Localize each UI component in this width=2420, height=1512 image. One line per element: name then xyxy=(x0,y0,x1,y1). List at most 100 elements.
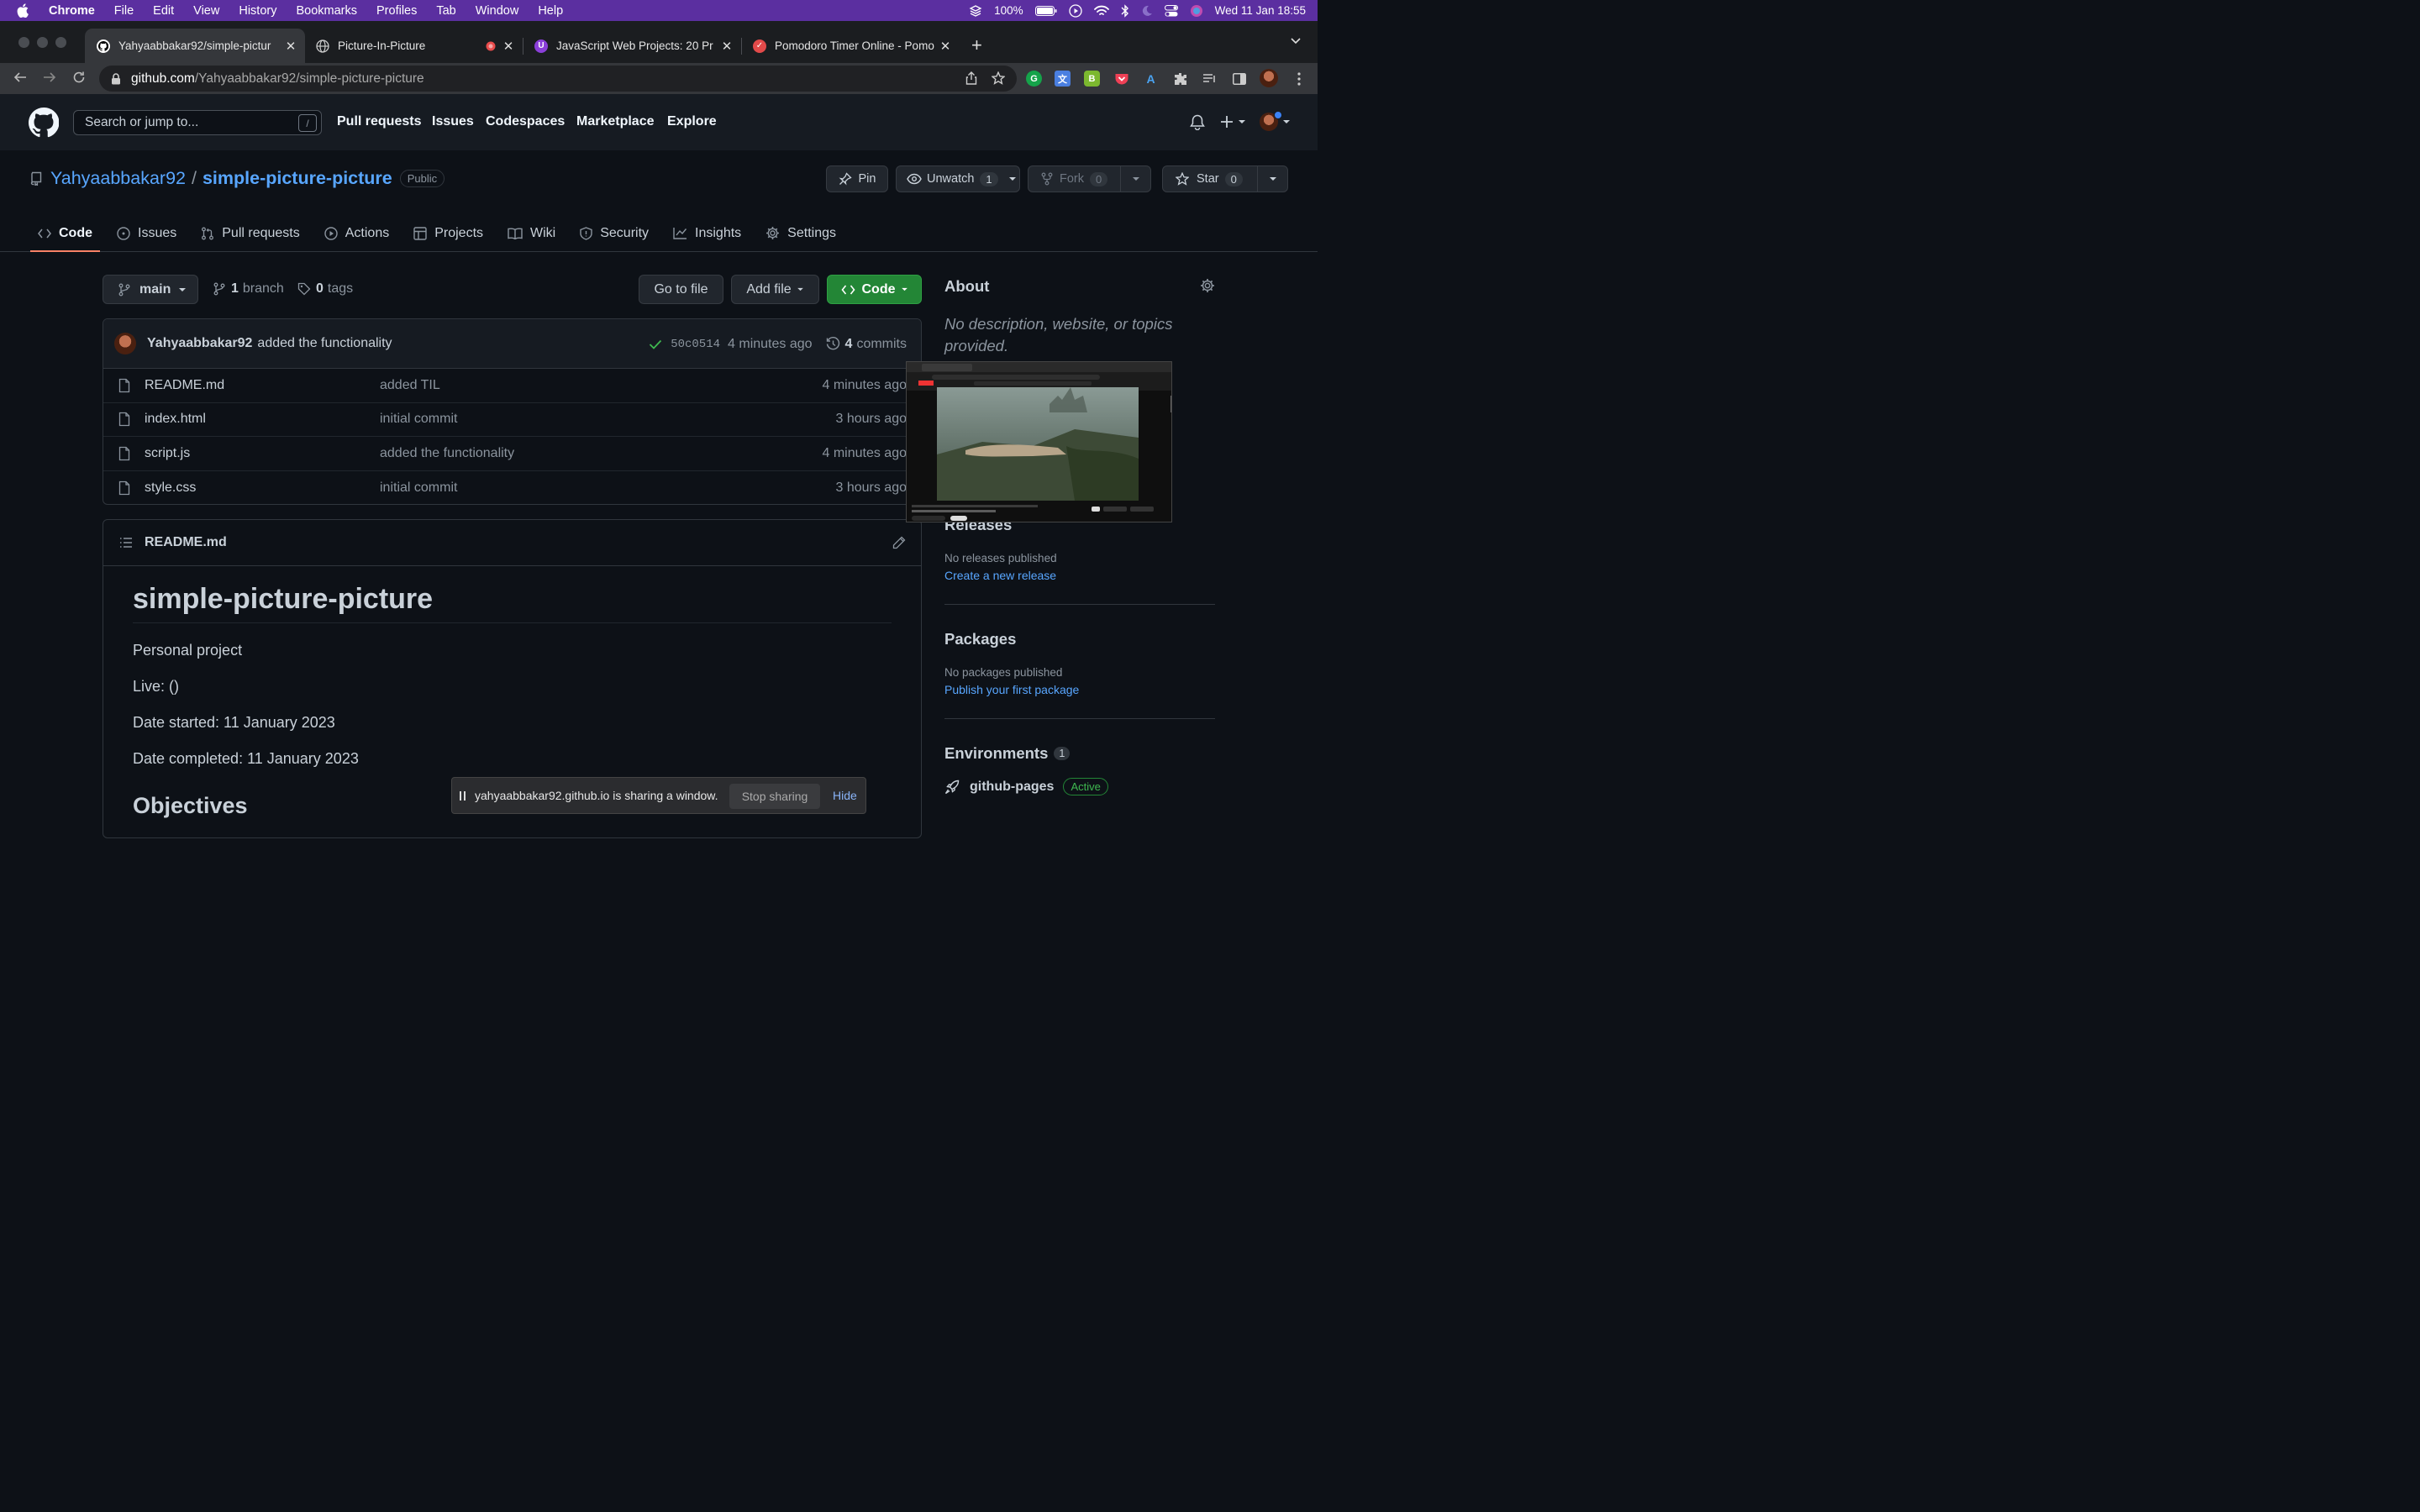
translate-extension-icon[interactable]: 文 xyxy=(1055,71,1071,87)
menu-app-name[interactable]: Chrome xyxy=(49,4,95,18)
nav-codespaces[interactable]: Codespaces xyxy=(486,114,565,129)
puzzle-extensions-icon[interactable] xyxy=(1172,71,1188,87)
profile-avatar[interactable] xyxy=(1260,69,1278,87)
bluetooth-icon[interactable] xyxy=(1121,3,1129,18)
edit-pencil-icon[interactable] xyxy=(892,536,906,549)
environments-title[interactable]: Environments xyxy=(944,744,1048,763)
file-commit-message[interactable]: added the functionality xyxy=(380,446,514,461)
branches-link[interactable]: 1 branch xyxy=(213,281,284,297)
address-bar[interactable]: github.com/Yahyaabbakar92/simple-picture… xyxy=(99,66,1017,92)
reload-icon[interactable] xyxy=(72,71,86,84)
file-name[interactable]: style.css xyxy=(145,480,380,496)
moon-icon[interactable] xyxy=(1141,5,1153,17)
search-input[interactable]: Search or jump to... / xyxy=(73,110,322,135)
file-row[interactable]: style.css initial commit 3 hours ago xyxy=(103,471,921,505)
menu-history[interactable]: History xyxy=(239,4,276,18)
publish-package-link[interactable]: Publish your first package xyxy=(944,683,1215,696)
bookmark-star-icon[interactable] xyxy=(992,71,1005,85)
new-tab-icon[interactable]: + xyxy=(971,34,982,56)
play-icon[interactable] xyxy=(1069,3,1082,18)
battery-icon[interactable] xyxy=(1034,5,1057,16)
side-panel-icon[interactable] xyxy=(1231,71,1247,87)
tab-actions[interactable]: Actions xyxy=(317,214,397,252)
back-arrow-icon[interactable] xyxy=(13,71,27,84)
menu-help[interactable]: Help xyxy=(538,4,563,18)
create-release-link[interactable]: Create a new release xyxy=(944,569,1215,582)
menu-edit[interactable]: Edit xyxy=(153,4,174,18)
media-control-icon[interactable] xyxy=(1202,71,1218,87)
tab-code[interactable]: Code xyxy=(30,214,100,252)
pin-button[interactable]: Pin xyxy=(826,165,888,192)
gear-icon[interactable] xyxy=(1200,278,1215,293)
watch-button[interactable]: Unwatch 1 xyxy=(896,165,1020,192)
fork-button[interactable]: Fork 0 xyxy=(1028,165,1151,192)
tab-insights[interactable]: Insights xyxy=(666,214,749,252)
user-menu-dropdown[interactable] xyxy=(1260,111,1291,131)
stop-sharing-button[interactable]: Stop sharing xyxy=(729,784,820,809)
commits-link[interactable]: 4 commits xyxy=(826,337,907,352)
apple-icon[interactable] xyxy=(17,3,34,18)
pocket-extension-icon[interactable] xyxy=(1113,71,1129,87)
file-row[interactable]: index.html initial commit 3 hours ago xyxy=(103,403,921,437)
hide-share-bar-button[interactable]: Hide xyxy=(833,789,857,802)
zoom-window-button[interactable] xyxy=(55,37,66,48)
browser-tab-pomodoro[interactable]: ✓ Pomodoro Timer Online - Pomo ✕ xyxy=(741,29,960,63)
menu-profiles[interactable]: Profiles xyxy=(376,4,417,18)
menu-tab[interactable]: Tab xyxy=(436,4,455,18)
commit-sha[interactable]: 50c0514 xyxy=(671,338,720,351)
commit-author[interactable]: Yahyaabbakar92 xyxy=(147,336,252,351)
tags-link[interactable]: 0 tags xyxy=(297,281,353,297)
browser-tab-js-projects[interactable]: U JavaScript Web Projects: 20 Pr ✕ xyxy=(523,29,741,63)
tab-issues[interactable]: Issues xyxy=(109,214,184,252)
file-row[interactable]: script.js added the functionality 4 minu… xyxy=(103,437,921,471)
a-extension-icon[interactable]: A xyxy=(1143,71,1159,87)
repo-owner-link[interactable]: Yahyaabbakar92 xyxy=(50,168,186,189)
add-file-button[interactable]: Add file xyxy=(731,275,819,304)
tab-search-chevron-icon[interactable] xyxy=(1291,38,1301,45)
siri-icon[interactable] xyxy=(1190,4,1203,18)
file-commit-message[interactable]: initial commit xyxy=(380,480,457,496)
packages-title[interactable]: Packages xyxy=(944,630,1215,648)
lock-icon[interactable] xyxy=(111,72,121,85)
file-name[interactable]: index.html xyxy=(145,412,380,427)
control-center-icon[interactable] xyxy=(1164,4,1178,17)
menu-window[interactable]: Window xyxy=(476,4,519,18)
create-new-dropdown[interactable] xyxy=(1220,115,1246,129)
close-tab-icon[interactable]: ✕ xyxy=(285,39,297,54)
avatar[interactable] xyxy=(114,333,136,354)
close-tab-icon[interactable]: ✕ xyxy=(721,39,733,54)
file-commit-message[interactable]: initial commit xyxy=(380,412,457,427)
nav-issues[interactable]: Issues xyxy=(432,114,474,129)
nav-marketplace[interactable]: Marketplace xyxy=(576,114,655,129)
clock-datetime[interactable]: Wed 11 Jan 18:55 xyxy=(1215,4,1306,17)
nav-explore[interactable]: Explore xyxy=(667,114,717,129)
kebab-menu-icon[interactable] xyxy=(1291,71,1307,87)
browser-tab-github[interactable]: Yahyaabbakar92/simple-pictur ✕ xyxy=(85,29,305,63)
wifi-icon[interactable] xyxy=(1093,5,1109,17)
tab-pull-requests[interactable]: Pull requests xyxy=(193,214,308,252)
minimize-window-button[interactable] xyxy=(37,37,48,48)
commit-message[interactable]: added the functionality xyxy=(257,336,392,351)
tab-wiki[interactable]: Wiki xyxy=(500,214,563,252)
nav-pull-requests[interactable]: Pull requests xyxy=(337,114,421,129)
close-tab-icon[interactable]: ✕ xyxy=(939,39,951,54)
file-name[interactable]: script.js xyxy=(145,446,380,461)
forward-arrow-icon[interactable] xyxy=(43,71,56,84)
file-name[interactable]: README.md xyxy=(145,378,380,393)
tab-projects[interactable]: Projects xyxy=(406,214,491,252)
environment-name[interactable]: github-pages xyxy=(970,780,1054,795)
menu-file[interactable]: File xyxy=(114,4,134,18)
menu-view[interactable]: View xyxy=(193,4,219,18)
grammarly-extension-icon[interactable]: G xyxy=(1026,71,1042,87)
file-commit-message[interactable]: added TIL xyxy=(380,378,440,393)
tab-settings[interactable]: Settings xyxy=(758,214,844,252)
go-to-file-button[interactable]: Go to file xyxy=(639,275,723,304)
tab-security[interactable]: Security xyxy=(572,214,656,252)
github-logo-icon[interactable] xyxy=(29,108,59,138)
close-window-button[interactable] xyxy=(18,37,29,48)
b-extension-icon[interactable]: B xyxy=(1084,71,1100,87)
share-icon[interactable] xyxy=(965,71,977,85)
branch-select-button[interactable]: main xyxy=(103,275,198,304)
star-dropdown[interactable] xyxy=(1257,166,1287,192)
browser-tab-pip[interactable]: Picture-In-Picture ✕ xyxy=(304,29,523,63)
